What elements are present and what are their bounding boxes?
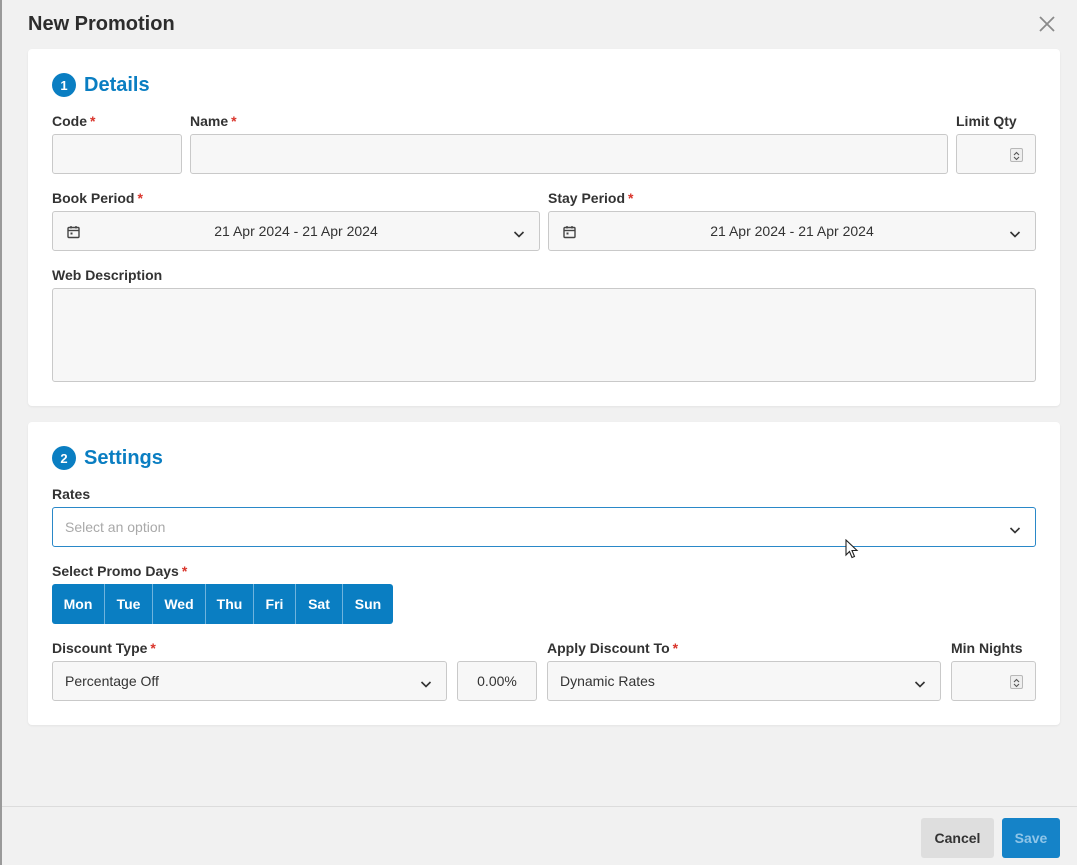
required-marker: * <box>231 113 237 129</box>
min-nights-label: Min Nights <box>951 640 1023 656</box>
close-icon[interactable] <box>1037 14 1057 34</box>
modal-header: New Promotion <box>2 0 1077 50</box>
apply-discount-label: Apply Discount To * <box>547 640 678 656</box>
code-label: Code * <box>52 113 95 129</box>
discount-amount-value: 0.00% <box>477 673 517 689</box>
book-period-label-text: Book Period <box>52 190 135 206</box>
discount-amount-input[interactable]: 0.00% <box>457 661 537 701</box>
mouse-cursor-icon <box>845 538 859 564</box>
required-marker: * <box>137 190 143 206</box>
chevron-down-icon <box>1009 522 1021 540</box>
required-marker: * <box>628 190 634 206</box>
web-description-label: Web Description <box>52 267 163 283</box>
required-marker: * <box>90 113 96 129</box>
day-toggle-fri[interactable]: Fri <box>254 584 296 624</box>
new-promotion-modal: New Promotion 1 Details Code * Name * Limi… <box>0 0 1077 865</box>
web-description-textarea[interactable] <box>52 288 1036 382</box>
promo-days-label-text: Select Promo Days <box>52 563 179 579</box>
book-period-picker[interactable]: 21 Apr 2024 - 21 Apr 2024 <box>52 211 540 251</box>
stay-period-label-text: Stay Period <box>548 190 626 206</box>
required-marker: * <box>150 640 156 656</box>
book-period-label: Book Period * <box>52 190 143 206</box>
limit-qty-label: Limit Qty <box>956 113 1017 129</box>
day-toggle-mon[interactable]: Mon <box>52 584 105 624</box>
chevron-down-icon <box>420 676 432 694</box>
rates-placeholder: Select an option <box>65 519 166 535</box>
promo-days-toggle-group: Mon Tue Wed Thu Fri Sat Sun <box>52 584 393 624</box>
name-label-text: Name <box>190 113 229 129</box>
save-button[interactable]: Save <box>1002 818 1060 858</box>
details-section: 1 Details Code * Name * Limit Qty Book Per… <box>28 49 1060 406</box>
cancel-button[interactable]: Cancel <box>921 818 994 858</box>
details-section-header: 1 Details <box>52 73 150 97</box>
stay-period-value: 21 Apr 2024 - 21 Apr 2024 <box>710 223 874 239</box>
discount-type-label-text: Discount Type <box>52 640 148 656</box>
limit-qty-input[interactable] <box>956 134 1036 174</box>
apply-discount-value: Dynamic Rates <box>560 673 655 689</box>
min-nights-input[interactable] <box>951 661 1036 701</box>
step-number-badge: 2 <box>52 446 76 470</box>
settings-section-title: Settings <box>84 446 163 469</box>
modal-footer: Cancel Save <box>2 806 1077 865</box>
step-number-badge: 1 <box>52 73 76 97</box>
promo-days-label: Select Promo Days * <box>52 563 187 579</box>
day-toggle-thu[interactable]: Thu <box>206 584 254 624</box>
rates-label: Rates <box>52 486 91 502</box>
discount-type-label: Discount Type * <box>52 640 156 656</box>
day-toggle-sat[interactable]: Sat <box>296 584 343 624</box>
spinner-icon[interactable] <box>1010 675 1023 689</box>
code-label-text: Code <box>52 113 87 129</box>
settings-section: 2 Settings Rates Select an option Select… <box>28 422 1060 725</box>
name-label: Name * <box>190 113 237 129</box>
apply-discount-select[interactable]: Dynamic Rates <box>547 661 941 701</box>
name-input[interactable] <box>190 134 948 174</box>
chevron-down-icon <box>513 226 525 244</box>
code-input[interactable] <box>52 134 182 174</box>
apply-discount-label-text: Apply Discount To <box>547 640 670 656</box>
day-toggle-wed[interactable]: Wed <box>153 584 206 624</box>
spinner-icon[interactable] <box>1010 148 1023 162</box>
chevron-down-icon <box>914 676 926 694</box>
day-toggle-sun[interactable]: Sun <box>343 584 393 624</box>
day-toggle-tue[interactable]: Tue <box>105 584 153 624</box>
stay-period-picker[interactable]: 21 Apr 2024 - 21 Apr 2024 <box>548 211 1036 251</box>
stay-period-label: Stay Period * <box>548 190 633 206</box>
required-marker: * <box>672 640 679 656</box>
required-marker: * <box>181 563 188 579</box>
chevron-down-icon <box>1009 226 1021 244</box>
book-period-value: 21 Apr 2024 - 21 Apr 2024 <box>214 223 378 239</box>
settings-section-header: 2 Settings <box>52 446 163 470</box>
rates-select[interactable]: Select an option <box>52 507 1036 547</box>
discount-type-value: Percentage Off <box>65 673 159 689</box>
details-section-title: Details <box>84 73 150 96</box>
discount-type-select[interactable]: Percentage Off <box>52 661 447 701</box>
modal-title: New Promotion <box>28 13 175 35</box>
